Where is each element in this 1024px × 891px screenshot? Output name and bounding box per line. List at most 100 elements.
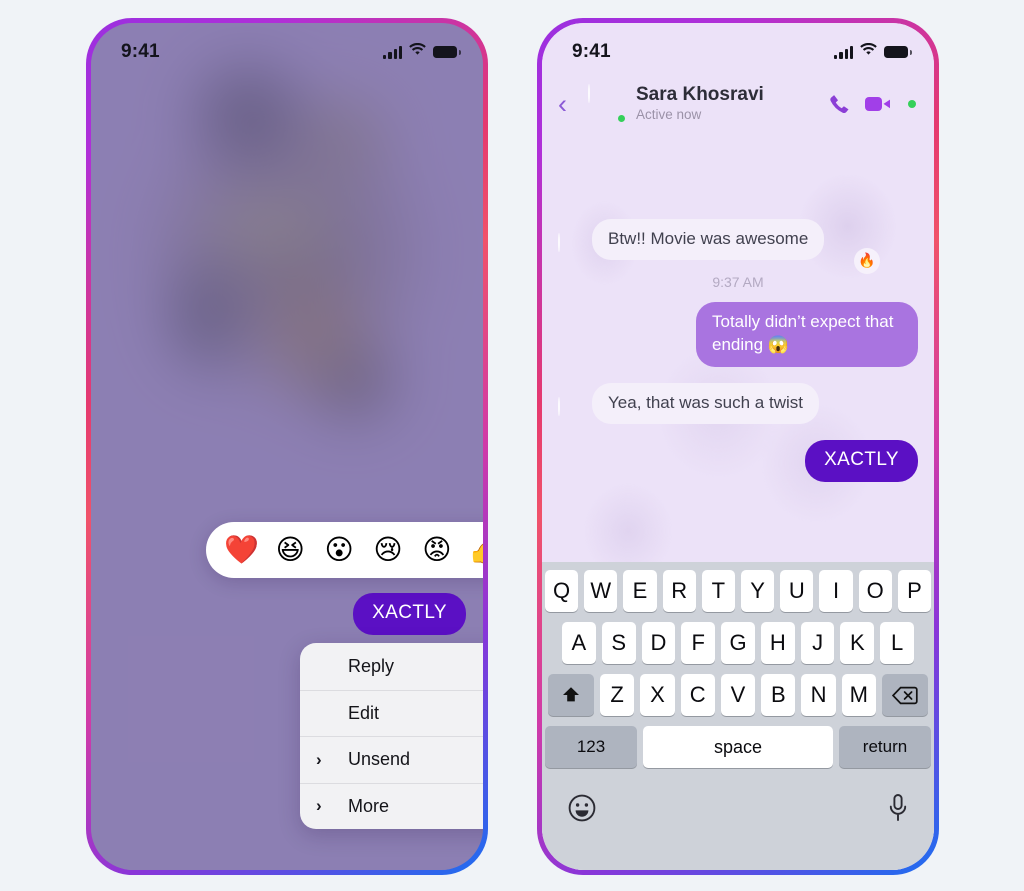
status-time: 9:41 [121,41,160,62]
contact-presence: Active now [636,107,702,123]
message-bubble-incoming[interactable]: Btw!! Movie was awesome [592,219,825,261]
shift-up-icon[interactable] [548,674,595,716]
keyboard-bottom-bar [545,778,931,834]
message-bubble-outgoing[interactable]: Totally didn’t expect that ending 😱 [696,302,918,367]
message-context-menu: › Reply › Edit › Unsend [300,643,483,829]
key-c[interactable]: C [680,674,715,716]
screenshot-stage: 9:41 ❤️ 😆 😮 😢 😡 👍 + XACTLY [0,0,1024,891]
keyboard-row-3: Z X C V B N M [545,674,931,716]
status-icons [834,42,912,61]
message-avatar [558,397,584,424]
message-avatar [558,233,584,260]
context-menu-item-edit[interactable]: › Edit [300,689,483,737]
thumbsup-reaction-icon[interactable]: 👍 [466,536,483,564]
context-menu-label: Reply [348,655,395,676]
keyboard-row-1: Q W E R T Y U I O P [544,570,932,612]
keyboard-row-4: 123 space return [545,726,931,768]
keyboard-row-2: A S D F G H J K L [545,622,931,664]
context-menu-label: Edit [348,702,380,723]
key-k[interactable]: K [840,622,875,664]
key-s[interactable]: S [601,622,636,664]
key-o[interactable]: O [858,570,892,612]
cellular-bars-icon [834,45,853,59]
key-a[interactable]: A [561,622,596,664]
key-m[interactable]: M [841,674,876,716]
key-f[interactable]: F [681,622,716,664]
message-timestamp: 9:37 AM [712,274,764,291]
contact-identity: Sara Khosravi Active now [636,84,828,123]
key-h[interactable]: H [760,622,795,664]
avatar-photo [588,84,590,103]
key-u[interactable]: U [780,570,814,612]
video-online-dot [908,100,916,108]
contact-name: Sara Khosravi [636,84,764,106]
laugh-reaction-icon[interactable]: 😆 [271,536,310,564]
key-w[interactable]: W [584,570,618,612]
left-status-bar: 9:41 [91,23,483,71]
key-j[interactable]: J [800,622,835,664]
sad-reaction-icon[interactable]: 😢 [369,536,408,564]
message-row-outgoing: XACTLY [558,440,918,483]
key-r[interactable]: R [662,570,696,612]
status-time: 9:41 [572,41,611,62]
emoji-smiley-icon[interactable] [567,793,597,823]
key-v[interactable]: V [720,674,756,716]
key-q[interactable]: Q [544,570,579,612]
key-y[interactable]: Y [741,570,775,612]
key-n[interactable]: N [801,674,836,716]
avatar-photo [558,397,560,417]
angry-reaction-icon[interactable]: 😡 [417,536,456,564]
context-menu-label: Unsend [348,749,411,770]
message-row-incoming: Yea, that was such a twist [558,382,918,425]
heart-reaction-icon[interactable]: ❤️ [222,536,261,564]
key-x[interactable]: X [640,674,675,716]
right-phone-screen: 9:41 ‹ Sara Khosravi Active now Btw!! Mo… [542,23,934,870]
battery-icon [884,45,912,59]
context-menu-label: More [348,795,390,816]
context-menu-item-more[interactable]: › More [300,782,483,830]
key-b[interactable]: B [761,674,796,716]
onscreen-keyboard: Q W E R T Y U I O P A S D F G H J K L Z … [542,562,934,870]
header-actions [828,93,916,116]
message-thread: Btw!! Movie was awesome 🔥 9:37 AM Totall… [542,219,934,488]
emoji-reaction-bar[interactable]: ❤️ 😆 😮 😢 😡 👍 + [206,522,483,578]
key-e[interactable]: E [623,570,657,612]
status-icons [383,42,461,61]
message-bubble-incoming[interactable]: Yea, that was such a twist [592,382,819,425]
wifi-icon [860,42,877,61]
key-l[interactable]: L [880,622,915,664]
online-status-dot [616,113,627,124]
fire-reaction-icon[interactable]: 🔥 [854,248,880,275]
selected-message-bubble[interactable]: XACTLY [353,593,466,635]
key-p[interactable]: P [897,570,932,612]
context-menu-item-unsend[interactable]: › Unsend [300,736,483,783]
message-bubble-outgoing-pill[interactable]: XACTLY [805,440,918,483]
message-row-incoming: Btw!! Movie was awesome 🔥 [558,219,918,275]
context-menu-item-reply[interactable]: › Reply [300,643,483,690]
right-status-bar: 9:41 [542,23,934,71]
cellular-bars-icon [383,45,402,59]
key-t[interactable]: T [701,570,735,612]
left-phone-frame: 9:41 ❤️ 😆 😮 😢 😡 👍 + XACTLY [86,18,488,875]
chevron-right-icon: › [316,796,322,816]
return-key[interactable]: return [839,726,931,768]
backspace-icon[interactable] [881,674,928,716]
space-key[interactable]: space [643,726,833,768]
conversation-header: ‹ Sara Khosravi Active now [542,77,934,131]
key-i[interactable]: I [819,570,853,612]
avatar-photo [558,233,560,253]
battery-icon [433,45,461,59]
key-g[interactable]: G [721,622,755,664]
phone-icon[interactable] [828,93,851,116]
microphone-icon[interactable] [887,793,909,823]
back-chevron-icon[interactable]: ‹ [558,90,582,118]
video-camera-icon[interactable] [865,95,892,113]
surprised-reaction-icon[interactable]: 😮 [320,536,359,564]
message-row-outgoing: Totally didn’t expect that ending 😱 [558,302,918,367]
chevron-right-icon: › [316,749,322,769]
contact-avatar[interactable] [588,84,627,124]
key-z[interactable]: Z [600,674,635,716]
numbers-key[interactable]: 123 [545,726,637,768]
wifi-icon [409,42,426,61]
key-d[interactable]: D [641,622,676,664]
